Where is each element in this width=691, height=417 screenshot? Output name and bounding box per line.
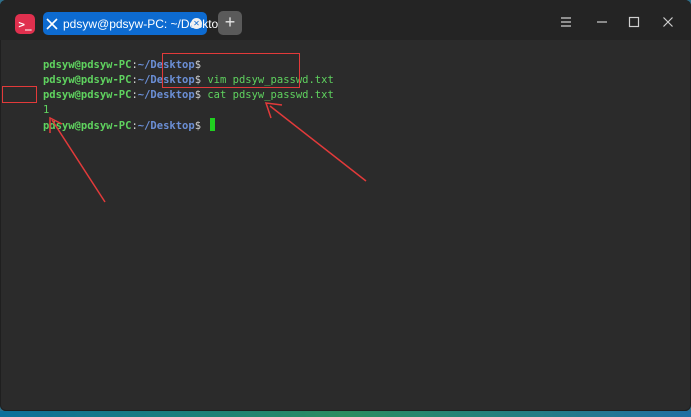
menu-icon[interactable] (558, 14, 574, 30)
terminal-output[interactable]: pdsyw@pdsyw-PC:~/Desktop$ pdsyw@pdsyw-PC… (0, 40, 691, 405)
title-bar[interactable]: >_ pdsyw@pdsyw-PC: ~/Desktop ✕ + (0, 0, 691, 40)
close-icon[interactable] (660, 14, 676, 30)
tab-desktop[interactable]: pdsyw@pdsyw-PC: ~/Desktop ✕ (43, 12, 225, 35)
minimize-icon[interactable] (594, 14, 610, 30)
terminal-window: >_ pdsyw@pdsyw-PC: ~/Desktop ✕ + pdsyw@p… (0, 0, 691, 411)
annotation-arrows (49, 102, 367, 203)
new-tab-button[interactable]: + (218, 11, 242, 35)
terminal-app-icon[interactable]: >_ (15, 14, 35, 34)
arrow-line-output (51, 119, 106, 203)
desktop-background (0, 411, 691, 417)
maximize-icon[interactable] (626, 14, 642, 30)
tab-close-icon[interactable]: ✕ (191, 18, 202, 29)
arrow-line-command (269, 105, 367, 182)
arrow-head-command (264, 102, 283, 119)
terminal-tab-icon (46, 17, 58, 31)
